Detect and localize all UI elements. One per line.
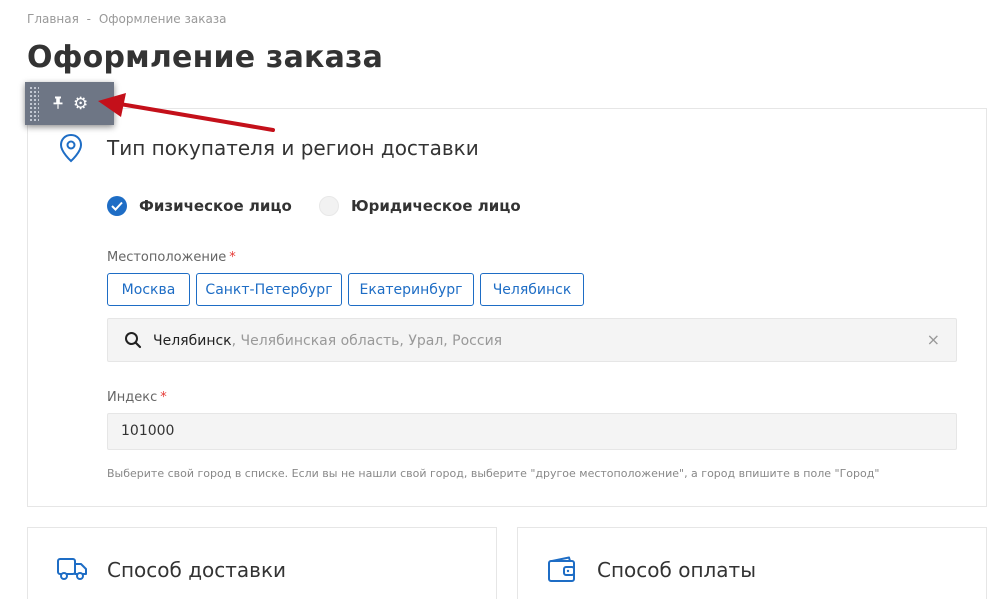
radio-individual-label: Физическое лицо <box>139 197 292 215</box>
payment-title: Способ оплаты <box>597 558 756 582</box>
location-search-input[interactable]: Челябинск, Челябинская область, Урал, Ро… <box>107 318 957 362</box>
city-button-saint-petersburg[interactable]: Санкт-Петербург <box>196 273 342 306</box>
location-value-details: , Челябинская область, Урал, Россия <box>231 333 503 349</box>
radio-legal-entity[interactable]: Юридическое лицо <box>319 196 521 216</box>
location-label-text: Местоположение <box>107 250 227 265</box>
city-button-moscow[interactable]: Москва <box>107 273 190 306</box>
close-icon[interactable]: × <box>927 330 940 349</box>
edit-toolbar: ⚙ <box>25 82 114 125</box>
drag-handle[interactable] <box>29 85 39 122</box>
index-label-text: Индекс <box>107 390 158 405</box>
location-pin-icon <box>58 133 84 167</box>
wallet-icon <box>547 556 577 588</box>
search-icon <box>124 331 142 353</box>
truck-icon <box>56 556 88 586</box>
location-value: Челябинск, Челябинская область, Урал, Ро… <box>153 333 502 349</box>
required-mark: * <box>160 390 167 405</box>
city-button-yekaterinburg[interactable]: Екатеринбург <box>348 273 474 306</box>
buyer-region-title: Тип покупателя и регион доставки <box>107 136 479 160</box>
breadcrumb-home-link[interactable]: Главная <box>27 12 79 26</box>
checkmark-icon <box>107 196 127 216</box>
required-mark: * <box>229 250 236 265</box>
page-title: Оформление заказа <box>27 40 384 75</box>
radio-individual[interactable]: Физическое лицо <box>107 196 292 216</box>
radio-legal-entity-label: Юридическое лицо <box>351 197 521 215</box>
gear-icon[interactable]: ⚙ <box>73 94 88 114</box>
breadcrumb: Главная - Оформление заказа <box>27 12 227 26</box>
breadcrumb-current: Оформление заказа <box>98 12 227 26</box>
breadcrumb-separator: - <box>86 12 92 26</box>
location-hint: Выберите свой город в списке. Если вы не… <box>107 467 880 480</box>
index-field[interactable]: 101000 <box>107 413 957 450</box>
location-value-city: Челябинск <box>153 333 232 349</box>
pin-icon[interactable] <box>53 96 63 112</box>
location-label: Местоположение * <box>107 250 236 265</box>
index-label: Индекс * <box>107 390 167 405</box>
radio-empty-icon <box>319 196 339 216</box>
city-button-chelyabinsk[interactable]: Челябинск <box>480 273 584 306</box>
delivery-title: Способ доставки <box>107 558 287 582</box>
